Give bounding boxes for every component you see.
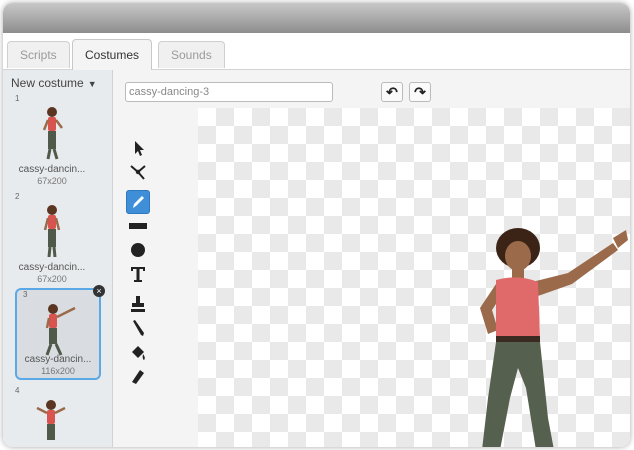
costume-item-1[interactable]: 1 cassy-dancin... 67x200 <box>9 94 95 186</box>
eyedropper-tool-button[interactable] <box>126 316 150 340</box>
fill-tool-button[interactable] <box>126 340 150 364</box>
fill-icon <box>132 346 145 360</box>
eraser-icon <box>132 370 144 384</box>
ellipse-tool-button[interactable] <box>126 238 150 262</box>
costume-number: 4 <box>15 386 20 395</box>
dancer-sprite-image <box>480 228 628 447</box>
costume-name: cassy-dancin... <box>18 164 86 175</box>
costume-number: 1 <box>15 94 20 103</box>
new-costume-label: New costume <box>11 76 84 90</box>
costume-size: 116x200 <box>41 366 75 376</box>
stamp-tool-button[interactable] <box>126 292 150 316</box>
costume-item-2[interactable]: 2 cassy-dancin... 67x200 <box>9 192 95 284</box>
eyedropper-icon <box>133 320 144 336</box>
costume-name: cassy-dancin... <box>18 262 86 273</box>
select-icon <box>135 141 144 156</box>
text-tool-button[interactable] <box>126 262 150 286</box>
pencil-icon <box>133 196 144 208</box>
costume-number: 3 <box>23 290 28 299</box>
costume-thumbnail <box>42 107 63 160</box>
costume-item-4[interactable]: 4 <box>9 386 95 447</box>
redo-button[interactable]: ↷ <box>409 82 431 102</box>
paint-canvas[interactable] <box>198 108 630 447</box>
costume-thumbnail <box>36 400 66 440</box>
costume-size: 67x200 <box>37 176 67 186</box>
new-costume-button[interactable]: New costume ▼ <box>11 76 97 90</box>
tab-sounds[interactable]: Sounds <box>158 41 225 68</box>
tab-costumes[interactable]: Costumes <box>72 39 153 70</box>
costume-thumbnail <box>43 205 61 258</box>
pencil-tool-button[interactable] <box>126 190 150 214</box>
paint-editor: ↶ ↷ <box>113 70 630 447</box>
reshape-icon <box>130 165 146 180</box>
ellipse-icon <box>131 243 145 257</box>
window-frame: Scripts Costumes Sounds New costume ▼ 1 c… <box>3 3 630 447</box>
eraser-tool-button[interactable] <box>126 364 150 388</box>
caret-down-icon: ▼ <box>87 79 97 89</box>
costume-number: 2 <box>15 192 20 201</box>
reshape-tool-button[interactable] <box>126 160 150 184</box>
close-icon[interactable]: × <box>93 285 105 297</box>
costume-list: New costume▼ 1 cassy-dancin... 67x200 2 <box>3 70 113 447</box>
costume-name: cassy-dancin... <box>24 354 92 365</box>
costume-item-3-selected[interactable]: 3 × cassy-dancin... 116x200 <box>15 285 105 380</box>
costume-size: 67x200 <box>37 274 67 284</box>
undo-button[interactable]: ↶ <box>381 82 403 102</box>
title-bar <box>3 3 630 33</box>
select-tool-button[interactable] <box>126 136 150 160</box>
redo-icon: ↷ <box>414 84 426 100</box>
costume-name-input[interactable] <box>125 82 333 102</box>
costume-thumbnail <box>45 304 76 356</box>
text-icon <box>131 267 145 282</box>
line-tool-button[interactable] <box>126 214 150 238</box>
tab-scripts[interactable]: Scripts <box>7 41 70 68</box>
stamp-icon <box>131 296 145 312</box>
undo-icon: ↶ <box>386 84 398 100</box>
line-icon <box>129 223 147 229</box>
